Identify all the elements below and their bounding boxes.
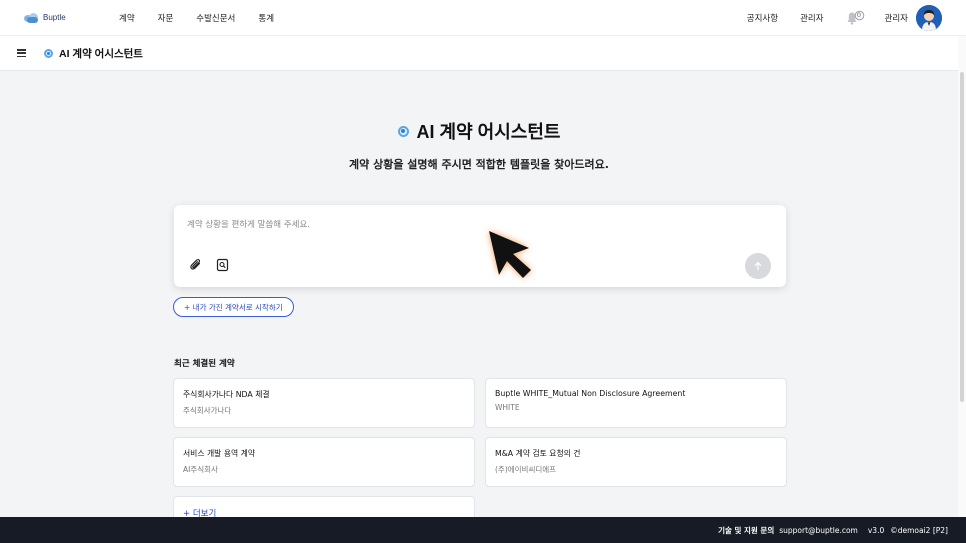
start-with-my-contract-button[interactable]: + 내가 가진 계약서로 시작하기 [173,297,294,317]
contract-party: (주)에이비씨디에프 [495,465,557,474]
buptle-logo-icon [24,12,40,24]
footer-version: v3.0 [867,525,885,535]
recent-contract-card[interactable]: 주식회사가나다 NDA 체결 주식회사가나다 [173,378,475,428]
hero-title-text: AI 계약 어시스턴트 [416,122,561,142]
paperclip-icon[interactable] [189,257,203,271]
nav-correspondence[interactable]: 수발신문서 [196,12,235,24]
arrow-up-icon [754,262,762,271]
search-document-icon[interactable] [216,257,229,272]
bell-count-badge: 0 [856,11,862,20]
recent-contracts-title: 최근 체결된 계약 [174,359,235,369]
page-title: AI 계약 어시스턴트 [59,47,143,60]
recent-contract-card[interactable]: 서비스 개발 용역 계약 AI주식회사 [173,437,475,487]
contract-party: 주식회사가나다 [183,406,232,415]
footer-email[interactable]: support@buptle.com [779,526,858,535]
nav-notice[interactable]: 공지사항 [747,12,778,24]
nav-admin[interactable]: 관리자 [800,12,823,24]
contract-title: 서비스 개발 용역 계약 [183,449,255,458]
hero-subtitle: 계약 상황을 설명해 주시면 적합한 템플릿을 찾아드려요. [349,158,609,171]
page-header: AI 계약 어시스턴트 [0,36,958,71]
recent-contract-card[interactable]: Buptle WHITE_Mutual Non Disclosure Agree… [485,378,787,428]
scrollbar-thumb[interactable] [960,72,964,402]
logo[interactable]: Buptle [24,12,92,24]
nav-contract[interactable]: 계약 [119,12,135,24]
assistant-dot-icon [397,125,409,137]
footer-support-label: 기술 및 지원 문의 [718,525,775,535]
recent-contract-card[interactable]: M&A 계약 검토 요청의 건 (주)에이비씨디에프 [485,437,787,487]
nav-advisory[interactable]: 자문 [158,12,174,24]
send-button[interactable] [745,253,771,279]
logo-text: Buptle [43,13,66,22]
top-navigation: Buptle 계약 자문 수발신문서 통계 공지사항 관리자 0 관리자 [0,0,966,36]
assistant-dot-icon [44,48,53,58]
bell-icon[interactable]: 0 [846,10,864,26]
contract-title: 주식회사가나다 NDA 체결 [183,390,270,399]
contract-party: WHITE [495,403,520,412]
contract-title: Buptle WHITE_Mutual Non Disclosure Agree… [495,389,686,398]
cursor-arrow-icon [478,222,540,284]
footer-copyright: ©demoai2 [P2] [890,525,948,535]
footer: 기술 및 지원 문의 support@buptle.com v3.0 ©demo… [0,517,966,543]
scrollbar[interactable] [958,36,966,517]
user-name[interactable]: 관리자 [885,12,908,24]
hero-title: AI 계약 어시스턴트 [0,118,958,144]
contract-party: AI주식회사 [183,465,218,474]
chat-input[interactable] [187,217,727,233]
hamburger-icon[interactable] [17,49,26,58]
nav-statistics[interactable]: 통계 [258,12,274,24]
contract-title: M&A 계약 검토 요청의 건 [495,449,581,458]
user-avatar-icon[interactable] [916,5,942,31]
nav-right-group: 공지사항 관리자 0 관리자 [720,0,966,36]
